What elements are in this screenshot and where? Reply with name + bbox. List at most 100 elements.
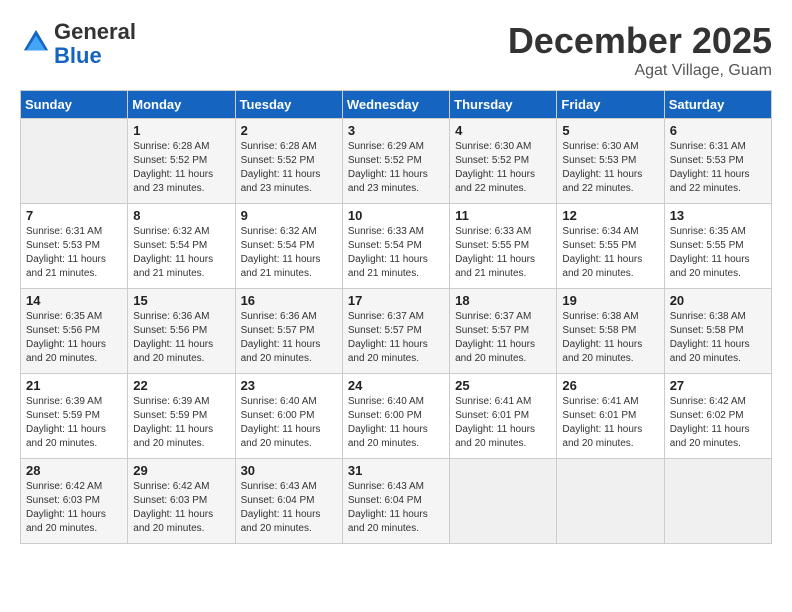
calendar-cell: 14 Sunrise: 6:35 AMSunset: 5:56 PMDayligh… xyxy=(21,289,128,374)
day-number: 8 xyxy=(133,208,229,223)
day-info: Sunrise: 6:42 AMSunset: 6:03 PMDaylight:… xyxy=(26,480,122,536)
day-info: Sunrise: 6:43 AMSunset: 6:04 PMDaylight:… xyxy=(241,480,337,536)
calendar-cell xyxy=(557,459,664,544)
day-info: Sunrise: 6:31 AMSunset: 5:53 PMDaylight:… xyxy=(26,225,122,281)
day-info: Sunrise: 6:39 AMSunset: 5:59 PMDaylight:… xyxy=(26,395,122,451)
day-number: 13 xyxy=(670,208,766,223)
calendar-cell: 26 Sunrise: 6:41 AMSunset: 6:01 PMDayligh… xyxy=(557,374,664,459)
day-info: Sunrise: 6:38 AMSunset: 5:58 PMDaylight:… xyxy=(670,310,766,366)
day-number: 15 xyxy=(133,293,229,308)
calendar-cell: 24 Sunrise: 6:40 AMSunset: 6:00 PMDayligh… xyxy=(342,374,449,459)
header-saturday: Saturday xyxy=(664,91,771,119)
day-number: 31 xyxy=(348,463,444,478)
logo-icon xyxy=(22,28,50,56)
calendar-cell: 13 Sunrise: 6:35 AMSunset: 5:55 PMDayligh… xyxy=(664,204,771,289)
day-info: Sunrise: 6:33 AMSunset: 5:54 PMDaylight:… xyxy=(348,225,444,281)
day-info: Sunrise: 6:29 AMSunset: 5:52 PMDaylight:… xyxy=(348,140,444,196)
calendar-cell: 27 Sunrise: 6:42 AMSunset: 6:02 PMDayligh… xyxy=(664,374,771,459)
calendar-cell: 29 Sunrise: 6:42 AMSunset: 6:03 PMDayligh… xyxy=(128,459,235,544)
calendar-cell: 30 Sunrise: 6:43 AMSunset: 6:04 PMDayligh… xyxy=(235,459,342,544)
day-number: 6 xyxy=(670,123,766,138)
day-number: 29 xyxy=(133,463,229,478)
day-number: 23 xyxy=(241,378,337,393)
day-number: 24 xyxy=(348,378,444,393)
day-info: Sunrise: 6:28 AMSunset: 5:52 PMDaylight:… xyxy=(241,140,337,196)
day-info: Sunrise: 6:30 AMSunset: 5:53 PMDaylight:… xyxy=(562,140,658,196)
day-number: 10 xyxy=(348,208,444,223)
day-number: 2 xyxy=(241,123,337,138)
header-wednesday: Wednesday xyxy=(342,91,449,119)
day-number: 18 xyxy=(455,293,551,308)
calendar-cell xyxy=(450,459,557,544)
logo-text: General Blue xyxy=(54,20,136,68)
calendar-cell: 7 Sunrise: 6:31 AMSunset: 5:53 PMDaylight… xyxy=(21,204,128,289)
month-title: December 2025 xyxy=(508,20,772,62)
day-info: Sunrise: 6:30 AMSunset: 5:52 PMDaylight:… xyxy=(455,140,551,196)
logo-blue: Blue xyxy=(54,43,102,68)
calendar-cell: 21 Sunrise: 6:39 AMSunset: 5:59 PMDayligh… xyxy=(21,374,128,459)
day-info: Sunrise: 6:35 AMSunset: 5:55 PMDaylight:… xyxy=(670,225,766,281)
day-info: Sunrise: 6:40 AMSunset: 6:00 PMDaylight:… xyxy=(348,395,444,451)
day-number: 16 xyxy=(241,293,337,308)
day-info: Sunrise: 6:36 AMSunset: 5:56 PMDaylight:… xyxy=(133,310,229,366)
logo: General Blue xyxy=(20,20,136,68)
day-number: 3 xyxy=(348,123,444,138)
day-info: Sunrise: 6:42 AMSunset: 6:02 PMDaylight:… xyxy=(670,395,766,451)
week-row-1: 1Sunrise: 6:28 AMSunset: 5:52 PMDaylight… xyxy=(21,119,772,204)
day-number: 28 xyxy=(26,463,122,478)
calendar-cell xyxy=(21,119,128,204)
day-number: 4 xyxy=(455,123,551,138)
day-number: 7 xyxy=(26,208,122,223)
day-info: Sunrise: 6:34 AMSunset: 5:55 PMDaylight:… xyxy=(562,225,658,281)
day-number: 12 xyxy=(562,208,658,223)
day-number: 21 xyxy=(26,378,122,393)
day-number: 19 xyxy=(562,293,658,308)
calendar-cell: 18Sunrise: 6:37 AMSunset: 5:57 PMDayligh… xyxy=(450,289,557,374)
header-monday: Monday xyxy=(128,91,235,119)
week-row-4: 21 Sunrise: 6:39 AMSunset: 5:59 PMDayligh… xyxy=(21,374,772,459)
day-number: 30 xyxy=(241,463,337,478)
day-info: Sunrise: 6:38 AMSunset: 5:58 PMDaylight:… xyxy=(562,310,658,366)
day-info: Sunrise: 6:41 AMSunset: 6:01 PMDaylight:… xyxy=(455,395,551,451)
day-info: Sunrise: 6:42 AMSunset: 6:03 PMDaylight:… xyxy=(133,480,229,536)
day-info: Sunrise: 6:32 AMSunset: 5:54 PMDaylight:… xyxy=(133,225,229,281)
day-number: 22 xyxy=(133,378,229,393)
day-number: 25 xyxy=(455,378,551,393)
calendar-cell: 5 Sunrise: 6:30 AMSunset: 5:53 PMDaylight… xyxy=(557,119,664,204)
calendar-table: SundayMondayTuesdayWednesdayThursdayFrid… xyxy=(20,90,772,544)
header-friday: Friday xyxy=(557,91,664,119)
day-number: 5 xyxy=(562,123,658,138)
calendar-cell: 23Sunrise: 6:40 AMSunset: 6:00 PMDayligh… xyxy=(235,374,342,459)
week-row-2: 7 Sunrise: 6:31 AMSunset: 5:53 PMDaylight… xyxy=(21,204,772,289)
day-info: Sunrise: 6:32 AMSunset: 5:54 PMDaylight:… xyxy=(241,225,337,281)
day-number: 11 xyxy=(455,208,551,223)
logo-general: General xyxy=(54,19,136,44)
header-sunday: Sunday xyxy=(21,91,128,119)
day-info: Sunrise: 6:39 AMSunset: 5:59 PMDaylight:… xyxy=(133,395,229,451)
calendar-cell: 12 Sunrise: 6:34 AMSunset: 5:55 PMDayligh… xyxy=(557,204,664,289)
calendar-cell: 20Sunrise: 6:38 AMSunset: 5:58 PMDayligh… xyxy=(664,289,771,374)
day-info: Sunrise: 6:37 AMSunset: 5:57 PMDaylight:… xyxy=(348,310,444,366)
calendar-cell: 6 Sunrise: 6:31 AMSunset: 5:53 PMDaylight… xyxy=(664,119,771,204)
calendar-cell: 31Sunrise: 6:43 AMSunset: 6:04 PMDayligh… xyxy=(342,459,449,544)
calendar-cell: 2 Sunrise: 6:28 AMSunset: 5:52 PMDaylight… xyxy=(235,119,342,204)
day-info: Sunrise: 6:33 AMSunset: 5:55 PMDaylight:… xyxy=(455,225,551,281)
day-info: Sunrise: 6:35 AMSunset: 5:56 PMDaylight:… xyxy=(26,310,122,366)
header-thursday: Thursday xyxy=(450,91,557,119)
day-number: 9 xyxy=(241,208,337,223)
day-number: 26 xyxy=(562,378,658,393)
calendar-cell xyxy=(664,459,771,544)
calendar-cell: 22 Sunrise: 6:39 AMSunset: 5:59 PMDayligh… xyxy=(128,374,235,459)
day-number: 27 xyxy=(670,378,766,393)
week-row-5: 28 Sunrise: 6:42 AMSunset: 6:03 PMDayligh… xyxy=(21,459,772,544)
day-info: Sunrise: 6:41 AMSunset: 6:01 PMDaylight:… xyxy=(562,395,658,451)
weekday-header-row: SundayMondayTuesdayWednesdayThursdayFrid… xyxy=(21,91,772,119)
day-number: 14 xyxy=(26,293,122,308)
calendar-cell: 1Sunrise: 6:28 AMSunset: 5:52 PMDaylight… xyxy=(128,119,235,204)
calendar-cell: 10 Sunrise: 6:33 AMSunset: 5:54 PMDayligh… xyxy=(342,204,449,289)
day-info: Sunrise: 6:28 AMSunset: 5:52 PMDaylight:… xyxy=(133,140,229,196)
calendar-cell: 11 Sunrise: 6:33 AMSunset: 5:55 PMDayligh… xyxy=(450,204,557,289)
calendar-cell: 17Sunrise: 6:37 AMSunset: 5:57 PMDayligh… xyxy=(342,289,449,374)
day-info: Sunrise: 6:31 AMSunset: 5:53 PMDaylight:… xyxy=(670,140,766,196)
calendar-cell: 16Sunrise: 6:36 AMSunset: 5:57 PMDayligh… xyxy=(235,289,342,374)
